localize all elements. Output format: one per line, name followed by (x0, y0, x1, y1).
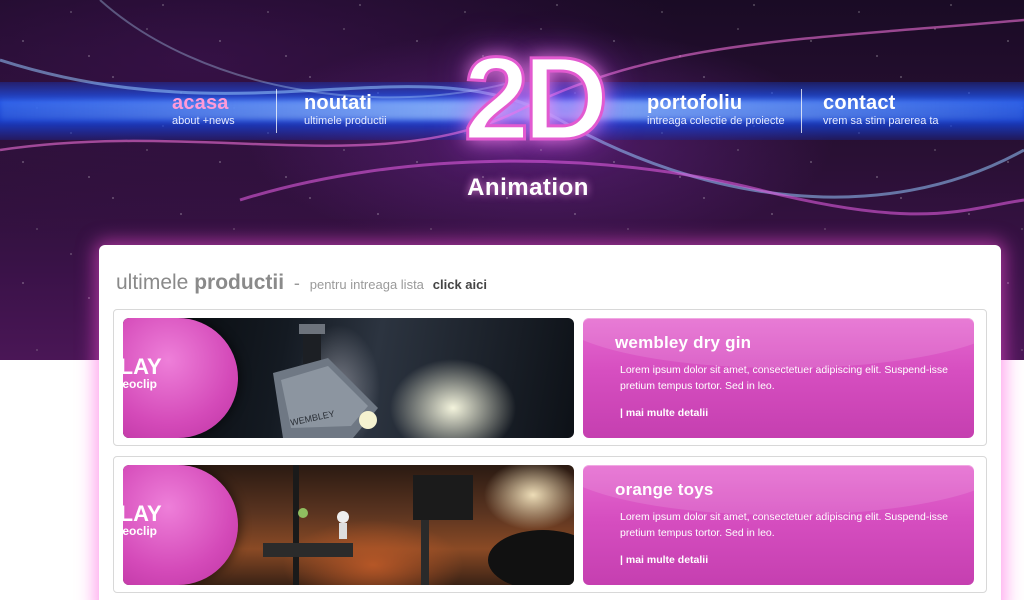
nav-contact-label: contact (823, 92, 896, 114)
nav-noutati-sub: ultimele productii (304, 115, 387, 127)
nav-separator (276, 89, 277, 133)
product-title: orange toys (615, 480, 714, 499)
video-thumbnail-wembley[interactable]: WEMBLEY ► PLAY videoclip (123, 318, 574, 438)
product-info-orange-toys: orange toys Lorem ipsum dolor sit amet, … (583, 465, 974, 585)
section-title-light: ultimele (116, 271, 189, 294)
play-button-orange-toys[interactable]: ► PLAY videoclip (123, 465, 238, 585)
section-title: ultimele productii - pentru intreaga lis… (116, 271, 487, 295)
section-title-dash: - (293, 273, 300, 293)
nav-noutati-label: noutati (304, 92, 373, 114)
product-row-orange-toys: ► PLAY videoclip orange toys Lorem ipsum… (113, 456, 987, 593)
product-info-wembley: wembley dry gin Lorem ipsum dolor sit am… (583, 318, 974, 438)
more-details-link[interactable]: | mai multe detalii (620, 407, 708, 419)
nav-acasa[interactable]: acasa about +news (172, 92, 235, 128)
logo-animation-text: Animation (467, 174, 589, 201)
play-label: PLAY (123, 501, 162, 526)
product-row-wembley: WEMBLEY ► PLAY videoclip wembley dry gin… (113, 309, 987, 446)
product-description: Lorem ipsum dolor sit amet, consectetuer… (620, 511, 948, 539)
nav-portofoliu-label: portofoliu (647, 92, 743, 114)
product-description: Lorem ipsum dolor sit amet, consectetuer… (620, 364, 948, 392)
play-sublabel: videoclip (123, 524, 158, 538)
nav-acasa-sub: about +news (172, 115, 235, 127)
nav-portofoliu[interactable]: portofoliu intreaga colectie de proiecte (647, 92, 785, 128)
click-here-link[interactable]: click aici (433, 277, 487, 292)
section-title-bold: productii (194, 271, 285, 294)
video-thumbnail-orange-toys[interactable]: ► PLAY videoclip (123, 465, 574, 585)
logo-2d[interactable]: 2D (458, 39, 610, 160)
nav-portofoliu-sub: intreaga colectie de proiecte (647, 115, 785, 127)
nav-acasa-label: acasa (172, 92, 229, 114)
play-label: PLAY (123, 354, 162, 379)
section-note: pentru intreaga lista (309, 277, 424, 292)
more-details-link[interactable]: | mai multe detalii (620, 554, 708, 566)
play-sublabel: videoclip (123, 377, 158, 391)
nav-separator (801, 89, 802, 133)
nav-contact-sub: vrem sa stim parerea ta (823, 115, 939, 127)
nav-contact[interactable]: contact vrem sa stim parerea ta (823, 92, 939, 128)
product-title: wembley dry gin (615, 333, 752, 352)
content-panel: ultimele productii - pentru intreaga lis… (99, 245, 1001, 600)
play-button-wembley[interactable]: ► PLAY videoclip (123, 318, 238, 438)
nav-noutati[interactable]: noutati ultimele productii (304, 92, 387, 128)
